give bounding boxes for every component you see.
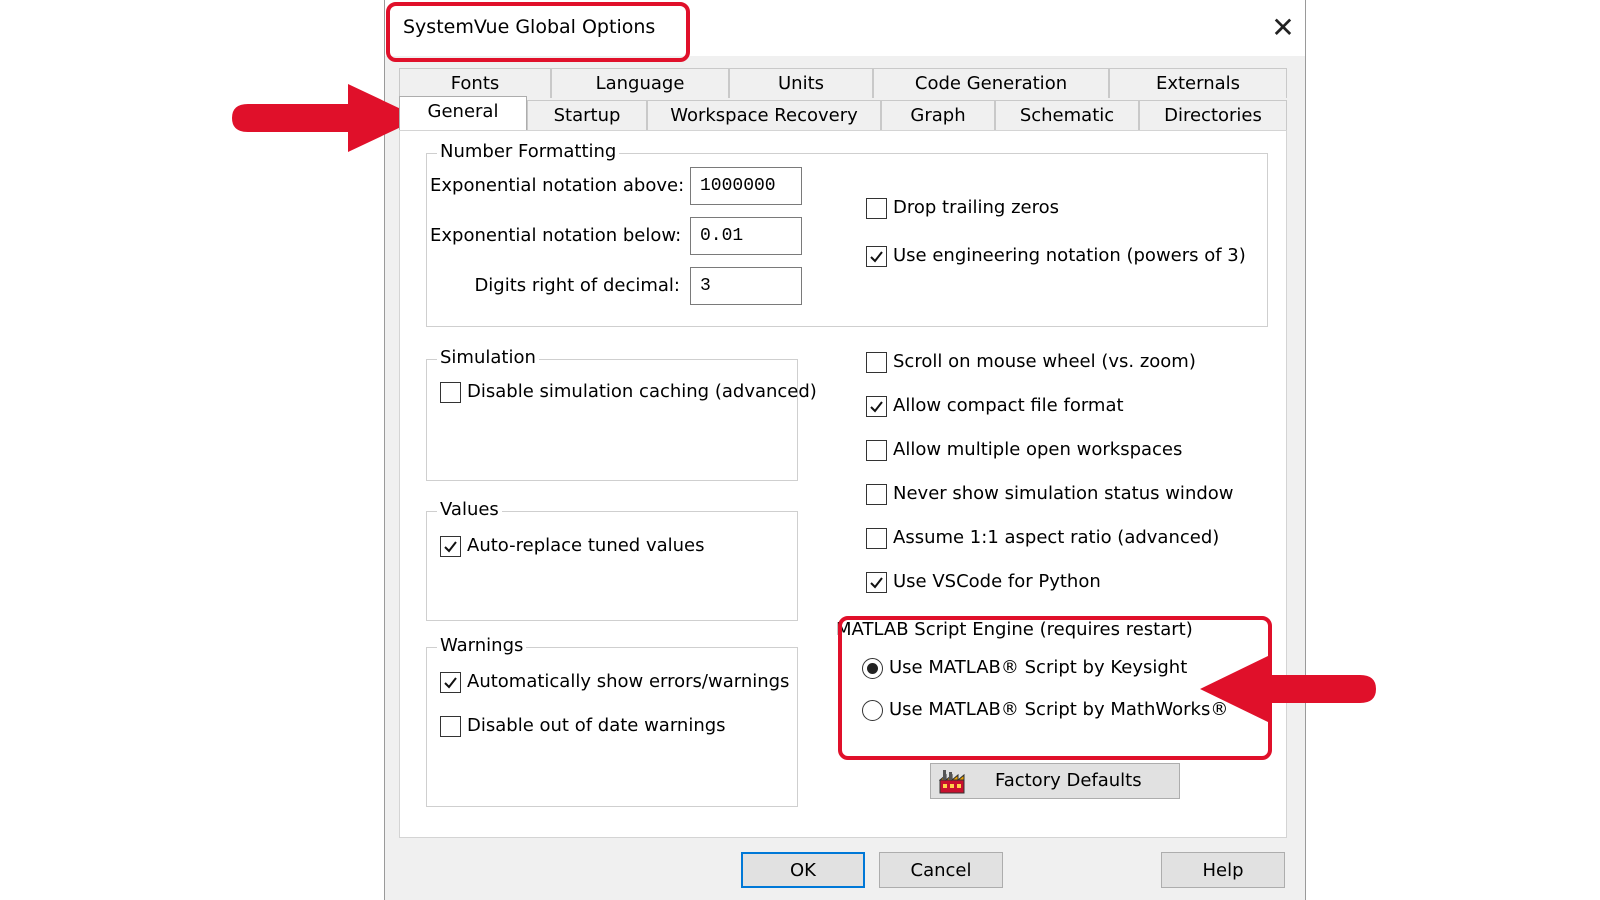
options-dialog: SystemVue Global Options ✕ Fonts Languag… — [384, 0, 1306, 900]
simulation-group: Simulation — [426, 347, 798, 481]
vscode-python-checkbox[interactable]: Use VSCode for Python — [866, 569, 1101, 595]
disable-caching-checkbox[interactable]: Disable simulation caching (advanced) — [440, 379, 817, 405]
compact-file-format-label: Allow compact file format — [893, 395, 1124, 416]
checkbox-box — [866, 395, 887, 417]
tab-externals[interactable]: Externals — [1109, 68, 1287, 98]
vscode-python-label: Use VSCode for Python — [893, 571, 1101, 592]
checkmark-icon — [870, 250, 883, 263]
multiple-workspaces-label: Allow multiple open workspaces — [893, 439, 1183, 460]
aspect-ratio-label: Assume 1:1 aspect ratio (advanced) — [893, 527, 1220, 548]
exp-below-label: Exponential notation below: — [430, 225, 682, 246]
values-group: Values — [426, 499, 798, 621]
ok-button[interactable]: OK — [741, 852, 865, 888]
tab-startup[interactable]: Startup — [527, 100, 647, 130]
checkbox-box — [440, 535, 461, 557]
factory-defaults-button[interactable]: Factory Defaults — [930, 763, 1180, 799]
drop-trailing-zeros-label: Drop trailing zeros — [893, 197, 1059, 218]
factory-defaults-label: Factory Defaults — [995, 770, 1142, 791]
aspect-ratio-checkbox[interactable]: Assume 1:1 aspect ratio (advanced) — [866, 525, 1219, 551]
title-bar: SystemVue Global Options ✕ — [385, 0, 1305, 56]
radio-selected-dot — [867, 662, 878, 674]
digits-input[interactable] — [690, 267, 802, 305]
tab-code-generation[interactable]: Code Generation — [873, 68, 1109, 98]
checkbox-box — [440, 671, 461, 693]
tab-language[interactable]: Language — [551, 68, 729, 98]
disable-out-of-date-checkbox[interactable]: Disable out of date warnings — [440, 713, 726, 739]
radio-button — [862, 699, 883, 721]
checkbox-box — [866, 351, 887, 373]
scroll-mouse-wheel-label: Scroll on mouse wheel (vs. zoom) — [893, 351, 1196, 372]
factory-icon — [939, 770, 965, 794]
matlab-engine-legend: MATLAB Script Engine (requires restart) — [836, 619, 1193, 640]
auto-show-warnings-checkbox[interactable]: Automatically show errors/warnings — [440, 669, 789, 695]
matlab-mathworks-radio[interactable]: Use MATLAB® Script by MathWorks® — [862, 697, 1228, 723]
disable-out-of-date-label: Disable out of date warnings — [467, 715, 726, 736]
general-tab-panel: Number Formatting Exponential notation a… — [399, 130, 1287, 838]
drop-trailing-zeros-checkbox[interactable]: Drop trailing zeros — [866, 195, 1059, 221]
engineering-notation-label: Use engineering notation (powers of 3) — [893, 245, 1246, 266]
values-legend: Values — [437, 499, 502, 521]
tab-workspace-recovery[interactable]: Workspace Recovery — [647, 100, 881, 130]
cancel-button[interactable]: Cancel — [879, 852, 1003, 888]
scroll-mouse-wheel-checkbox[interactable]: Scroll on mouse wheel (vs. zoom) — [866, 349, 1196, 375]
checkmark-icon — [870, 576, 883, 589]
warnings-legend: Warnings — [437, 635, 527, 657]
help-button[interactable]: Help — [1161, 852, 1285, 888]
engineering-notation-checkbox[interactable]: Use engineering notation (powers of 3) — [866, 243, 1246, 269]
multiple-workspaces-checkbox[interactable]: Allow multiple open workspaces — [866, 437, 1182, 463]
digits-label: Digits right of decimal: — [474, 275, 680, 296]
auto-replace-label: Auto-replace tuned values — [467, 535, 705, 556]
dialog-title: SystemVue Global Options — [403, 16, 656, 38]
matlab-keysight-label: Use MATLAB® Script by Keysight — [889, 657, 1188, 678]
tab-graph[interactable]: Graph — [881, 100, 995, 130]
tab-schematic[interactable]: Schematic — [995, 100, 1139, 130]
checkbox-box — [866, 571, 887, 593]
close-icon[interactable]: ✕ — [1265, 8, 1301, 48]
red-arrow-icon — [1200, 655, 1376, 723]
checkmark-icon — [444, 676, 457, 689]
checkmark-icon — [870, 400, 883, 413]
exp-above-label: Exponential notation above: — [430, 175, 685, 196]
matlab-mathworks-label: Use MATLAB® Script by MathWorks® — [889, 699, 1229, 720]
checkmark-icon — [444, 540, 457, 553]
checkbox-box — [866, 439, 887, 461]
checkbox-box — [866, 483, 887, 505]
auto-replace-checkbox[interactable]: Auto-replace tuned values — [440, 533, 705, 559]
exp-below-input[interactable] — [690, 217, 802, 255]
checkbox-box — [440, 381, 461, 403]
checkbox-box — [866, 527, 887, 549]
radio-button — [862, 657, 883, 679]
exp-above-input[interactable] — [690, 167, 802, 205]
simulation-legend: Simulation — [437, 347, 539, 369]
checkbox-box — [866, 245, 887, 267]
matlab-keysight-radio[interactable]: Use MATLAB® Script by Keysight — [862, 655, 1187, 681]
red-arrow-icon — [232, 84, 420, 152]
compact-file-format-checkbox[interactable]: Allow compact file format — [866, 393, 1124, 419]
tab-general[interactable]: General — [399, 96, 527, 130]
number-formatting-legend: Number Formatting — [437, 141, 620, 163]
tab-units[interactable]: Units — [729, 68, 873, 98]
checkbox-box — [866, 197, 887, 219]
disable-caching-label: Disable simulation caching (advanced) — [467, 381, 817, 402]
never-show-status-checkbox[interactable]: Never show simulation status window — [866, 481, 1234, 507]
auto-show-warnings-label: Automatically show errors/warnings — [467, 671, 790, 692]
checkbox-box — [440, 715, 461, 737]
never-show-status-label: Never show simulation status window — [893, 483, 1234, 504]
tab-directories[interactable]: Directories — [1139, 100, 1287, 130]
